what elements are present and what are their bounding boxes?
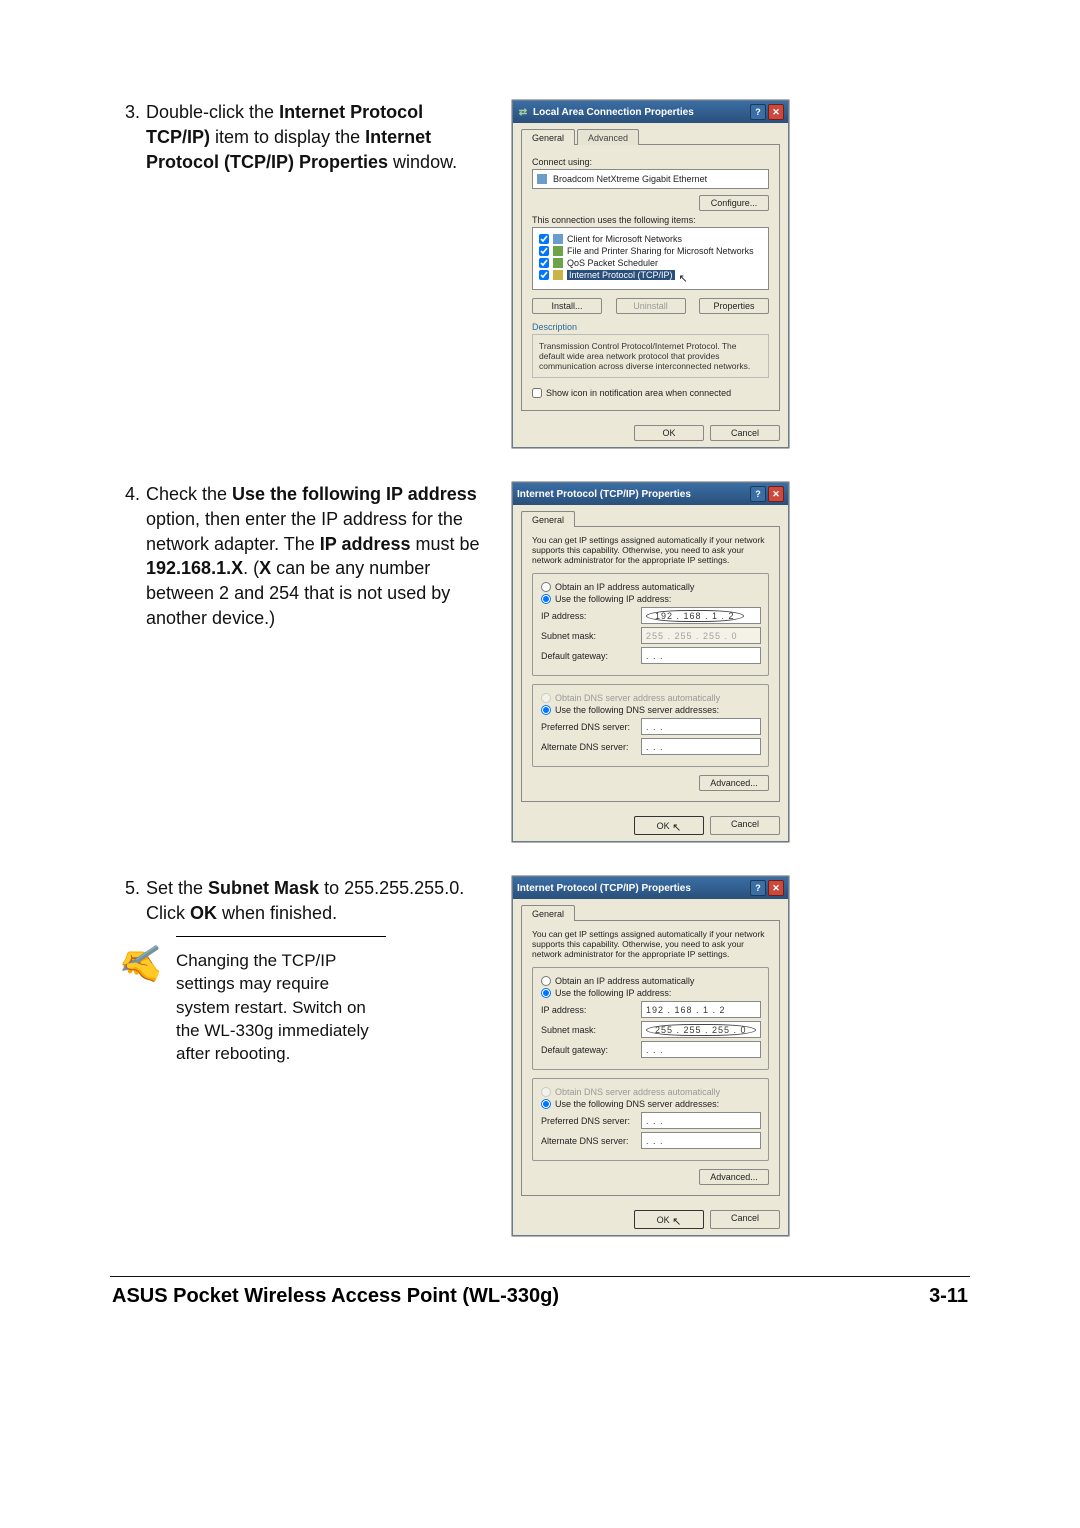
dialog-title: Internet Protocol (TCP/IP) Properties [517, 489, 691, 500]
tab-general[interactable]: General [521, 905, 575, 921]
help-button[interactable]: ? [750, 486, 766, 502]
alternate-dns-field[interactable]: . . . [641, 1132, 761, 1149]
note-text: Changing the TCP/IP settings may require… [176, 936, 386, 1066]
preferred-dns-field[interactable]: . . . [641, 1112, 761, 1129]
footer-title: ASUS Pocket Wireless Access Point (WL-33… [112, 1285, 559, 1308]
gateway-field[interactable]: . . . [641, 647, 761, 664]
advanced-button[interactable]: Advanced... [699, 1169, 769, 1185]
adapter-icon [537, 174, 547, 184]
radio-auto-ip[interactable] [541, 976, 551, 986]
tcpip-icon [553, 270, 563, 280]
description-label: Description [532, 322, 769, 332]
description-box: Transmission Control Protocol/Internet P… [532, 334, 769, 378]
step-number: 5. [110, 876, 146, 926]
step-number: 3. [110, 100, 146, 174]
radio-auto-dns [541, 693, 551, 703]
step-number: 4. [110, 482, 146, 631]
advanced-button[interactable]: Advanced... [699, 775, 769, 791]
adapter-field: Broadcom NetXtreme Gigabit Ethernet [532, 169, 769, 189]
uninstall-button[interactable]: Uninstall [616, 298, 686, 314]
qos-icon [553, 258, 563, 268]
dialog-title: Local Area Connection Properties [533, 107, 694, 118]
radio-static-dns[interactable] [541, 1099, 551, 1109]
ok-button[interactable]: OK ↖ [634, 816, 704, 835]
close-button[interactable]: ✕ [768, 486, 784, 502]
client-icon [553, 234, 563, 244]
intro-text: You can get IP settings assigned automat… [532, 929, 769, 959]
properties-button[interactable]: Properties [699, 298, 769, 314]
radio-static-ip[interactable] [541, 594, 551, 604]
ip-address-field[interactable]: 192 . 168 . 1 . 2 [641, 1001, 761, 1018]
item-checkbox[interactable] [539, 270, 549, 280]
radio-auto-ip[interactable] [541, 582, 551, 592]
intro-text: You can get IP settings assigned automat… [532, 535, 769, 565]
ok-button[interactable]: OK ↖ [634, 1210, 704, 1229]
radio-auto-dns [541, 1087, 551, 1097]
alternate-dns-field[interactable]: . . . [641, 738, 761, 755]
cancel-button[interactable]: Cancel [710, 425, 780, 441]
radio-static-ip[interactable] [541, 988, 551, 998]
help-button[interactable]: ? [750, 880, 766, 896]
dialog-lan-properties: ⇄ Local Area Connection Properties ? ✕ Ge… [512, 100, 789, 448]
preferred-dns-field[interactable]: . . . [641, 718, 761, 735]
cursor-icon: ↖ [672, 1216, 681, 1228]
connect-using-label: Connect using: [532, 157, 769, 167]
items-label: This connection uses the following items… [532, 215, 769, 225]
help-button[interactable]: ? [750, 104, 766, 120]
close-button[interactable]: ✕ [768, 104, 784, 120]
close-button[interactable]: ✕ [768, 880, 784, 896]
gateway-field[interactable]: . . . [641, 1041, 761, 1058]
install-button[interactable]: Install... [532, 298, 602, 314]
tab-advanced[interactable]: Advanced [577, 129, 639, 145]
cursor-icon: ↖ [672, 822, 681, 834]
subnet-mask-field[interactable]: 255 . 255 . 255 . 0 [641, 627, 761, 644]
radio-static-dns[interactable] [541, 705, 551, 715]
dialog-tcpip-properties: Internet Protocol (TCP/IP) Properties ? … [512, 482, 789, 842]
tab-general[interactable]: General [521, 129, 575, 145]
cursor-icon: ↖ [679, 272, 688, 285]
network-icon: ⇄ [517, 106, 529, 118]
items-list[interactable]: Client for Microsoft Networks File and P… [532, 227, 769, 290]
ok-button[interactable]: OK [634, 425, 704, 441]
tab-general[interactable]: General [521, 511, 575, 527]
step5-text: Set the Subnet Mask to 255.255.255.0. Cl… [146, 876, 490, 926]
item-checkbox[interactable] [539, 234, 549, 244]
footer-rule [110, 1276, 970, 1277]
fileshare-icon [553, 246, 563, 256]
configure-button[interactable]: Configure... [699, 195, 769, 211]
cancel-button[interactable]: Cancel [710, 816, 780, 835]
item-checkbox[interactable] [539, 258, 549, 268]
subnet-mask-field[interactable]: 255 . 255 . 255 . 0 [641, 1021, 761, 1038]
show-icon-checkbox[interactable] [532, 388, 542, 398]
step4-text: Check the Use the following IP address o… [146, 482, 490, 631]
note-hand-icon: ✍ [114, 929, 173, 991]
page-number: 3-11 [929, 1285, 968, 1308]
item-checkbox[interactable] [539, 246, 549, 256]
cancel-button[interactable]: Cancel [710, 1210, 780, 1229]
dialog-tcpip-properties-2: Internet Protocol (TCP/IP) Properties ? … [512, 876, 789, 1236]
ip-address-field[interactable]: 192 . 168 . 1 . 2 [641, 607, 761, 624]
step3-text: Double-click the Internet Protocol TCP/I… [146, 100, 490, 174]
dialog-title: Internet Protocol (TCP/IP) Properties [517, 883, 691, 894]
